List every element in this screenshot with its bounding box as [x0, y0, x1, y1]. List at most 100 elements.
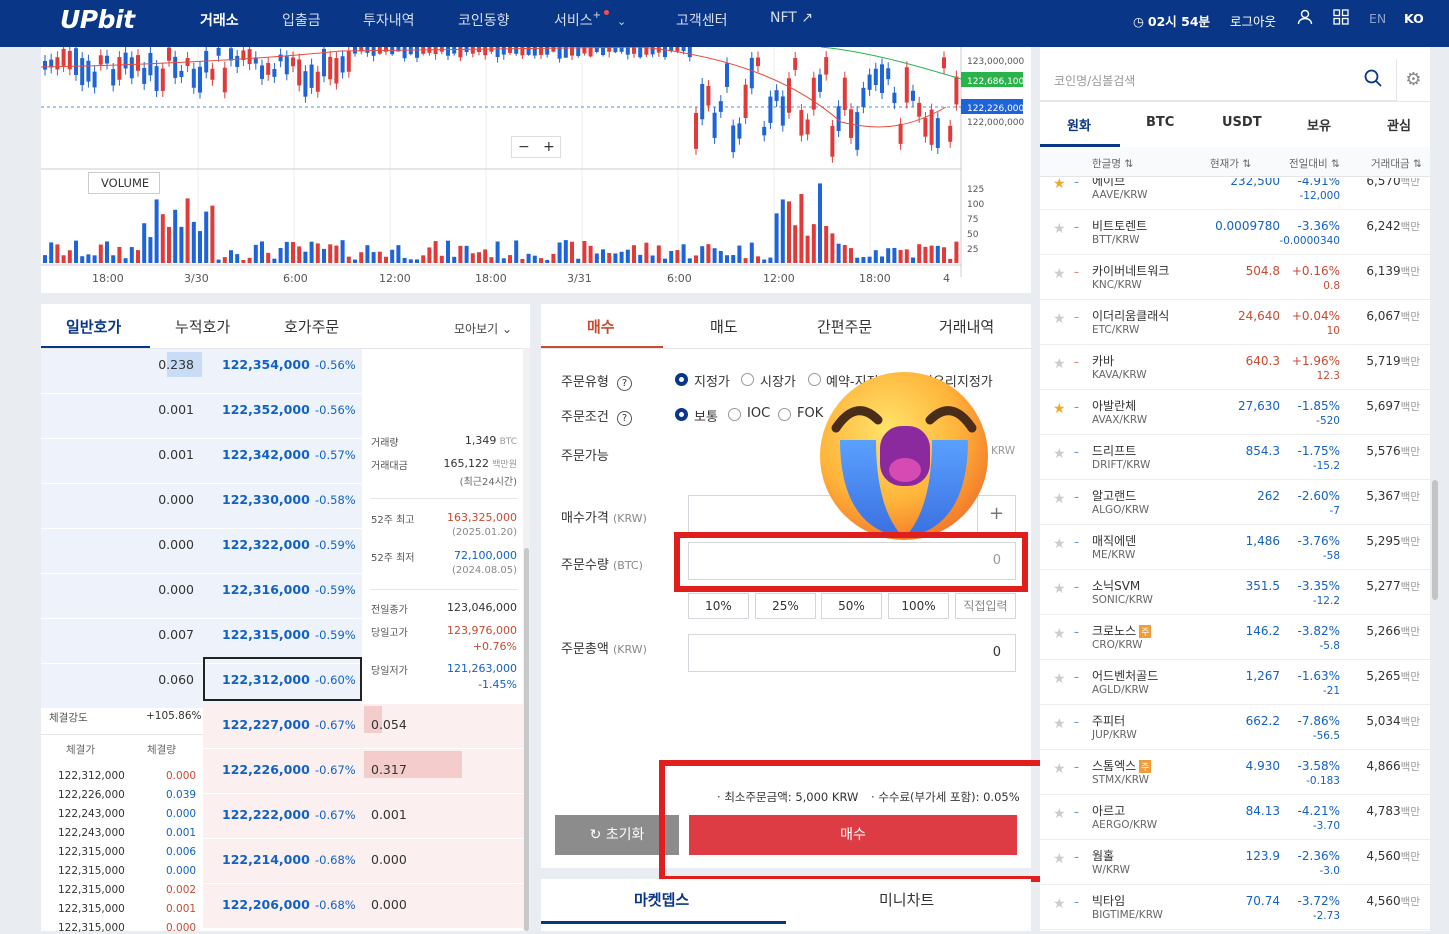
search-icon[interactable]: [1364, 69, 1382, 91]
ask-row[interactable]: 0.000 122,322,000 -0.59%: [41, 529, 362, 573]
tab-btc[interactable]: BTC: [1146, 115, 1174, 130]
grid-menu-icon[interactable]: [1333, 9, 1349, 28]
bid-row[interactable]: 122,222,000 -0.67% 0.001: [203, 794, 530, 838]
bid-row[interactable]: 122,227,000 -0.67% 0.054: [203, 704, 530, 748]
lang-en[interactable]: EN: [1369, 11, 1386, 26]
market-row[interactable]: ★ – 크로노스 주 CRO/KRW 146.2 -3.82% -5.8 5,266백만: [1040, 615, 1430, 660]
zoom-in-button[interactable]: +: [543, 137, 555, 157]
favorite-star-icon[interactable]: ★: [1053, 266, 1066, 282]
tab-krw[interactable]: 원화: [1067, 115, 1091, 134]
favorite-star-icon[interactable]: ★: [1053, 356, 1066, 372]
view-mode-select[interactable]: 모아보기 ⌄: [454, 320, 512, 337]
favorite-star-icon[interactable]: ★: [1053, 671, 1066, 687]
market-row[interactable]: ★ – 스톰엑스 주 STMX/KRW 4.930 -3.58% -0.183 4,866백만: [1040, 750, 1430, 795]
market-row[interactable]: ★ – 웜홀 W/KRW 123.9 -2.36% -3.0 4,560백만: [1040, 840, 1430, 885]
market-scrollbar-thumb[interactable]: [1432, 480, 1438, 600]
help-icon[interactable]: ?: [616, 411, 632, 426]
bid-row[interactable]: 122,226,000 -0.67% 0.317: [203, 749, 530, 793]
market-row[interactable]: ★ – 이더리움클래식 ETC/KRW 24,640 +0.04% 10 6,067백만: [1040, 300, 1430, 345]
help-icon[interactable]: ?: [616, 376, 632, 391]
qty-pct-button[interactable]: 직접입력: [955, 593, 1016, 619]
nav-services[interactable]: 서비스+ ⌄: [554, 10, 626, 30]
price-chart-panel[interactable]: 123,000,000 122,686,100 122,226,000 122,000…: [40, 46, 1031, 293]
favorite-star-icon[interactable]: ★: [1053, 626, 1066, 642]
gear-icon[interactable]: ⚙: [1396, 59, 1430, 101]
tab-mini-chart[interactable]: 미니차트: [879, 889, 934, 910]
favorite-star-icon[interactable]: ★: [1053, 178, 1066, 192]
favorite-star-icon[interactable]: ★: [1053, 221, 1066, 237]
ask-row[interactable]: 0.238 122,354,000 -0.56%: [41, 349, 362, 393]
tab-favorites[interactable]: 관심: [1387, 115, 1411, 134]
header-name[interactable]: 한글명 ⇅: [1092, 156, 1133, 171]
header-volume[interactable]: 거래대금 ⇅: [1371, 156, 1422, 171]
market-row[interactable]: ★ – 카이버네트워크 KNC/KRW 504.8 +0.16% 0.8 6,139백만: [1040, 255, 1430, 300]
favorite-star-icon[interactable]: ★: [1053, 491, 1066, 507]
tab-holdings[interactable]: 보유: [1307, 115, 1331, 134]
ask-row[interactable]: 0.001 122,342,000 -0.57%: [41, 439, 362, 483]
header-price[interactable]: 현재가 ⇅: [1210, 156, 1251, 171]
zoom-out-button[interactable]: −: [518, 137, 530, 157]
candle-chart[interactable]: 123,000,000 122,686,100 122,226,000 122,000…: [40, 46, 1031, 293]
tab-market-depth[interactable]: 마켓뎁스: [634, 889, 689, 910]
nav-coin-trends[interactable]: 코인동향: [458, 10, 510, 30]
favorite-star-icon[interactable]: ★: [1053, 896, 1066, 912]
nav-support[interactable]: 고객센터: [676, 10, 728, 30]
market-row[interactable]: ★ – 카바 KAVA/KRW 640.3 +1.96% 12.3 5,719백만: [1040, 345, 1430, 390]
qty-pct-button[interactable]: 50%: [821, 593, 882, 619]
nav-exchange[interactable]: 거래소: [200, 10, 239, 30]
header-change[interactable]: 전일대비 ⇅: [1289, 156, 1340, 171]
bid-row[interactable]: 122,206,000 -0.68% 0.000: [203, 884, 530, 928]
tab-normal-orderbook[interactable]: 일반호가: [66, 316, 121, 337]
favorite-star-icon[interactable]: ★: [1053, 761, 1066, 777]
qty-pct-button[interactable]: 100%: [888, 593, 949, 619]
market-row[interactable]: ★ – 주피터 JUP/KRW 662.2 -7.86% -56.5 5,034백만: [1040, 705, 1430, 750]
cond-normal-radio[interactable]: [675, 408, 688, 421]
coin-search-input[interactable]: 코인명/심볼검색: [1040, 59, 1396, 101]
market-row[interactable]: ★ – 알고랜드 ALGO/KRW 262 -2.60% -7 5,367백만: [1040, 480, 1430, 525]
market-row[interactable]: ★ – 드리프트 DRIFT/KRW 854.3 -1.75% -15.2 5,576백만: [1040, 435, 1430, 480]
favorite-star-icon[interactable]: ★: [1053, 446, 1066, 462]
ask-row[interactable]: 0.000 122,316,000 -0.59%: [41, 574, 362, 618]
order-type-market-radio[interactable]: [741, 373, 754, 386]
nav-investments[interactable]: 투자내역: [363, 10, 415, 30]
favorite-star-icon[interactable]: ★: [1053, 806, 1066, 822]
order-total-input[interactable]: 0: [688, 634, 1016, 672]
tab-buy[interactable]: 매수: [587, 316, 615, 337]
tab-orderbook-order[interactable]: 호가주문: [284, 316, 339, 337]
qty-pct-button[interactable]: 10%: [688, 593, 749, 619]
session-timer[interactable]: ◷ 02시 54분: [1133, 11, 1210, 30]
market-row[interactable]: ★ – 어드벤처골드 AGLD/KRW 1,267 -1.63% -21 5,265백만: [1040, 660, 1430, 705]
market-row[interactable]: ★ – 비트토렌트 BTT/KRW 0.0009780 -3.36% -0.0000340 6…: [1040, 210, 1430, 255]
favorite-star-icon[interactable]: ★: [1053, 851, 1066, 867]
upbit-logo[interactable]: UPbit: [60, 5, 135, 34]
cond-fok-radio[interactable]: [778, 408, 791, 421]
bid-row[interactable]: 122,214,000 -0.68% 0.000: [203, 839, 530, 883]
ask-row[interactable]: 0.001 122,352,000 -0.56%: [41, 394, 362, 438]
market-row[interactable]: ★ – 빅타임 BIGTIME/KRW 70.74 -3.72% -2.73 4,560백만: [1040, 885, 1430, 930]
tab-sell[interactable]: 매도: [710, 316, 738, 337]
nav-deposit-withdraw[interactable]: 입출금: [282, 10, 321, 30]
orderbook-scrollbar[interactable]: [523, 348, 530, 931]
market-row[interactable]: ★ – 아르고 AERGO/KRW 84.13 -4.21% -3.70 4,783백만: [1040, 795, 1430, 840]
logout-link[interactable]: 로그아웃: [1230, 11, 1276, 30]
tab-trade-history[interactable]: 거래내역: [939, 316, 994, 337]
user-icon[interactable]: [1296, 8, 1314, 30]
favorite-star-icon[interactable]: ★: [1053, 311, 1066, 327]
cond-ioc-radio[interactable]: [728, 408, 741, 421]
tab-simple-order[interactable]: 간편주문: [817, 316, 872, 337]
market-row[interactable]: ★ – 에이브 AAVE/KRW 232,500 -4.91% -12,000 6,570백만: [1040, 178, 1430, 210]
lang-ko[interactable]: KO: [1404, 11, 1424, 26]
qty-pct-button[interactable]: 25%: [755, 593, 816, 619]
tab-usdt[interactable]: USDT: [1222, 115, 1262, 130]
favorite-star-icon[interactable]: ★: [1053, 581, 1066, 597]
ask-row[interactable]: 0.000 122,330,000 -0.58%: [41, 484, 362, 528]
nav-nft[interactable]: NFT ↗: [770, 10, 813, 26]
favorite-star-icon[interactable]: ★: [1053, 536, 1066, 552]
favorite-star-icon[interactable]: ★: [1053, 716, 1066, 732]
scrollbar-thumb[interactable]: [524, 548, 529, 931]
market-row[interactable]: ★ – 매직에덴 ME/KRW 1,486 -3.76% -58 5,295백만: [1040, 525, 1430, 570]
market-row[interactable]: ★ – 소닉SVM SONIC/KRW 351.5 -3.35% -12.2 5,277백만: [1040, 570, 1430, 615]
favorite-star-icon[interactable]: ★: [1053, 401, 1066, 417]
order-type-limit-radio[interactable]: [675, 373, 688, 386]
tab-cumulative-orderbook[interactable]: 누적호가: [175, 316, 230, 337]
